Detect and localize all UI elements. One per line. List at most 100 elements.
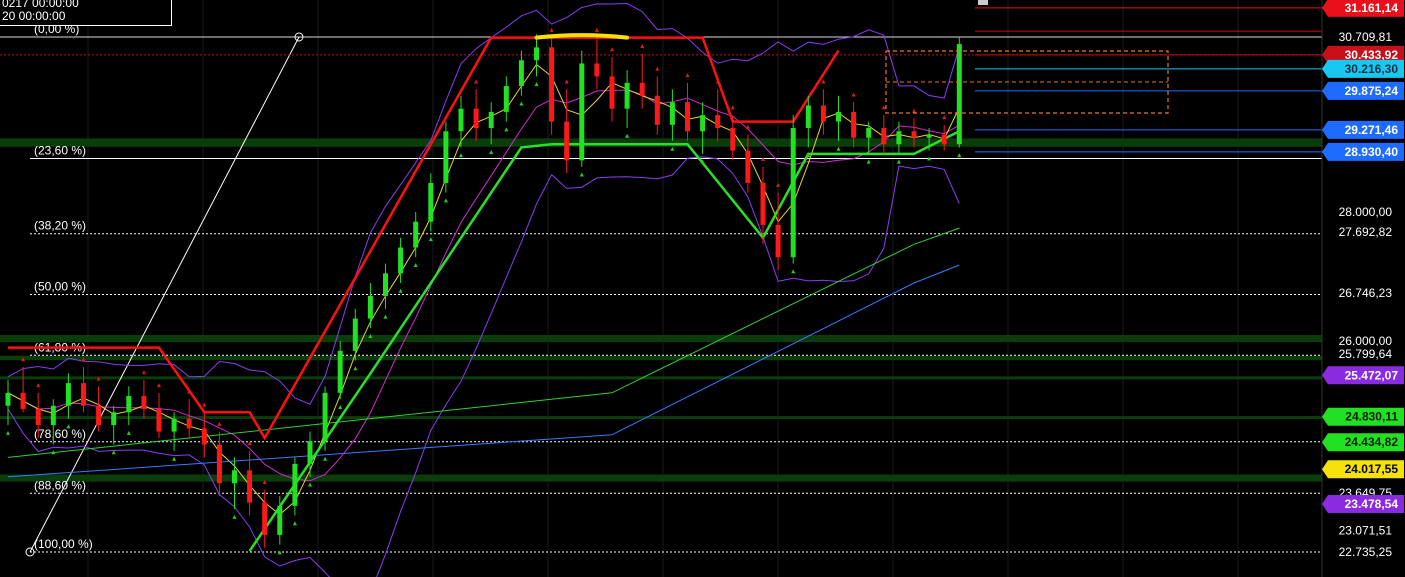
candle-body xyxy=(715,115,721,129)
candle-body xyxy=(367,295,373,319)
candle[interactable] xyxy=(579,50,585,167)
candle-body xyxy=(96,405,102,426)
candle-body xyxy=(866,128,872,138)
candle-body xyxy=(685,102,690,132)
price-tag-label: 29.875,24 xyxy=(1345,84,1399,98)
candle-body xyxy=(579,63,585,161)
candle-body xyxy=(262,502,268,535)
price-axis: 31.161,14 30.709,81 30.433,9230.216,30 29.8… xyxy=(1321,0,1404,577)
candle-body xyxy=(81,383,86,406)
support-zone xyxy=(0,474,1322,482)
price-label: 26.746,23 xyxy=(1339,286,1393,300)
candle-body xyxy=(20,392,26,409)
price-label: 27.692,82 xyxy=(1339,225,1393,239)
fib-level-label: (23,60 %) xyxy=(34,144,86,158)
candle-body xyxy=(5,392,11,406)
candle-body xyxy=(926,134,932,138)
candle-body xyxy=(428,182,434,222)
candle-body xyxy=(413,221,419,248)
candle-body xyxy=(518,60,524,87)
price-tag: 24.830,11 xyxy=(1322,407,1404,426)
price-label: 30.709,81 xyxy=(1339,30,1393,44)
candle-body xyxy=(956,44,962,145)
candle-body xyxy=(473,108,479,129)
candle-body xyxy=(503,86,509,112)
candle-body xyxy=(836,111,841,122)
candle-body xyxy=(775,224,781,258)
chart-background xyxy=(0,0,1405,577)
price-label: 23.071,51 xyxy=(1339,523,1393,537)
price-tag: 29.875,24 xyxy=(1322,81,1404,100)
candle[interactable] xyxy=(443,121,449,193)
price-tag: 25.472,07 xyxy=(1322,366,1404,385)
toolbar-handle[interactable] xyxy=(978,0,988,5)
price-tag-label: 30.433,92 xyxy=(1345,48,1399,62)
candle-body xyxy=(609,76,615,109)
candle-body xyxy=(352,318,358,351)
candle-body xyxy=(216,444,222,484)
price-tag-label: 31.161,14 xyxy=(1345,1,1399,15)
candle-body xyxy=(398,247,404,274)
candle-body xyxy=(820,105,826,122)
candlestick-chart[interactable]: (0,00 %)(23,60 %)(38,20 %)(50,00 %)(61,8… xyxy=(0,0,1405,577)
candle-body xyxy=(111,412,117,426)
candle-body xyxy=(307,441,313,464)
candle-body xyxy=(896,131,902,145)
candle-body xyxy=(654,95,660,125)
price-label: 25.799,64 xyxy=(1339,347,1393,361)
candle[interactable] xyxy=(549,37,555,135)
price-tag-label: 24.830,11 xyxy=(1345,410,1398,424)
candle-body xyxy=(186,418,192,429)
candle-body xyxy=(247,470,253,503)
candle[interactable] xyxy=(322,386,328,451)
candle-body xyxy=(383,273,388,296)
candle-body xyxy=(911,131,917,138)
candle-body xyxy=(141,396,147,409)
candle-body xyxy=(624,82,630,109)
candle-body xyxy=(745,150,751,183)
price-tag: 31.161,14 xyxy=(1322,0,1404,17)
price-tag-label: 25.472,07 xyxy=(1345,368,1399,382)
support-zone xyxy=(0,138,1322,147)
price-tag-label: 28.930,40 xyxy=(1345,145,1399,159)
info-line-2: 20 00:00:00 xyxy=(2,9,66,23)
fib-level-label: (88,60 %) xyxy=(34,478,86,492)
price-tag: 24.017,55 xyxy=(1322,460,1404,479)
candle-body xyxy=(156,408,162,432)
support-zone xyxy=(0,335,1322,343)
price-tag-label: 23.478,54 xyxy=(1345,497,1399,511)
fib-level-label: (100,00 %) xyxy=(34,537,93,551)
cursor-info-box: 0217 00:00:00 20 00:00:00 xyxy=(0,0,172,26)
price-tag: 30.216,30 xyxy=(1322,59,1404,78)
price-tag: 24.434,82 xyxy=(1322,433,1404,452)
price-tag: 23.478,54 xyxy=(1322,494,1404,513)
candle-body xyxy=(730,128,736,151)
candle-body xyxy=(564,121,570,161)
fib-level-label: (78,60 %) xyxy=(34,427,86,441)
candle-body xyxy=(941,134,947,145)
price-label: 22.735,25 xyxy=(1339,545,1393,559)
price-label: 28.000,00 xyxy=(1339,205,1393,219)
candle[interactable] xyxy=(790,115,796,264)
candle-body xyxy=(458,108,464,132)
support-zone xyxy=(0,355,1322,361)
price-label: 26.000,00 xyxy=(1339,334,1393,348)
candle-body xyxy=(201,428,207,445)
candle-body xyxy=(65,383,71,406)
candle-body xyxy=(443,131,449,183)
candle-body xyxy=(790,128,796,258)
candle-body xyxy=(639,82,645,96)
fib-level-label: (50,00 %) xyxy=(34,280,86,294)
candle-body xyxy=(700,115,706,132)
candle-body xyxy=(292,463,298,506)
candle-body xyxy=(488,111,494,129)
candle-body xyxy=(337,350,343,393)
candle-body xyxy=(126,396,132,413)
price-tag-label: 24.434,82 xyxy=(1345,435,1399,449)
price-tag: 29.271,46 xyxy=(1322,120,1404,139)
candle-body xyxy=(35,408,41,426)
candle-body xyxy=(805,105,811,129)
candle[interactable] xyxy=(956,37,962,148)
candle-body xyxy=(549,47,555,122)
candle-body xyxy=(534,47,539,61)
